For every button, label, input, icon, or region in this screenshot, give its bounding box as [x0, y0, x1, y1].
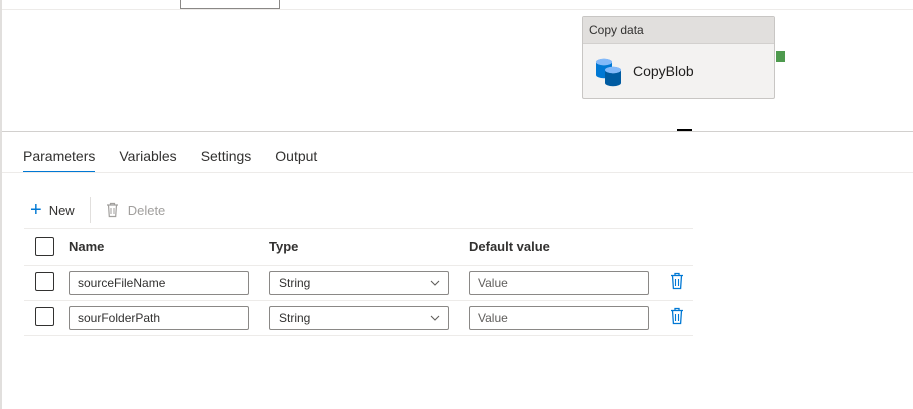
column-header-type: Type	[269, 239, 299, 254]
parameter-type-select[interactable]: String	[269, 271, 449, 295]
column-header-default-value: Default value	[469, 239, 550, 254]
pipeline-canvas[interactable]	[2, 0, 913, 131]
parameters-toolbar: + New Delete	[30, 196, 165, 224]
parameter-name-input[interactable]	[69, 271, 249, 295]
chevron-down-icon	[430, 280, 440, 286]
tab-parameters[interactable]: Parameters	[23, 143, 96, 173]
parameters-table: Name Type Default value String String	[24, 228, 693, 336]
copy-data-activity[interactable]: Copy data CopyBlob	[582, 16, 775, 99]
parameter-default-value-input[interactable]	[469, 306, 649, 330]
properties-tabs: Parameters Variables Settings Output	[23, 143, 341, 173]
canvas-top-tab[interactable]	[180, 0, 280, 9]
activity-body: CopyBlob	[583, 44, 774, 99]
database-icon	[596, 58, 621, 87]
tab-variables[interactable]: Variables	[119, 143, 176, 173]
canvas-top-divider	[2, 9, 913, 10]
parameter-type-value: String	[279, 311, 311, 325]
table-row: String	[24, 301, 693, 336]
delete-parameter-button[interactable]: Delete	[106, 196, 166, 224]
plus-icon: +	[30, 199, 42, 221]
panel-divider	[2, 131, 913, 132]
trash-icon[interactable]	[670, 272, 684, 290]
trash-icon[interactable]	[670, 307, 684, 325]
new-parameter-button[interactable]: + New	[30, 196, 75, 224]
tabs-divider	[2, 172, 913, 173]
parameter-type-value: String	[279, 276, 311, 290]
select-all-checkbox[interactable]	[35, 237, 54, 256]
table-header: Name Type Default value	[24, 228, 693, 266]
activity-output-handle[interactable]	[776, 51, 785, 62]
table-row: String	[24, 266, 693, 301]
tab-output[interactable]: Output	[275, 143, 317, 173]
chevron-down-icon	[430, 315, 440, 321]
delete-label: Delete	[127, 202, 166, 218]
activity-name: CopyBlob	[633, 63, 694, 79]
trash-icon	[106, 202, 118, 218]
parameter-default-value-input[interactable]	[469, 271, 649, 295]
parameter-type-select[interactable]: String	[269, 306, 449, 330]
parameter-name-input[interactable]	[69, 306, 249, 330]
column-header-name: Name	[69, 239, 105, 254]
tab-settings[interactable]: Settings	[201, 143, 252, 173]
toolbar-separator	[89, 197, 91, 223]
row-checkbox[interactable]	[35, 307, 54, 326]
row-checkbox[interactable]	[35, 272, 54, 291]
new-label: New	[48, 202, 75, 218]
activity-type-label: Copy data	[583, 17, 774, 44]
